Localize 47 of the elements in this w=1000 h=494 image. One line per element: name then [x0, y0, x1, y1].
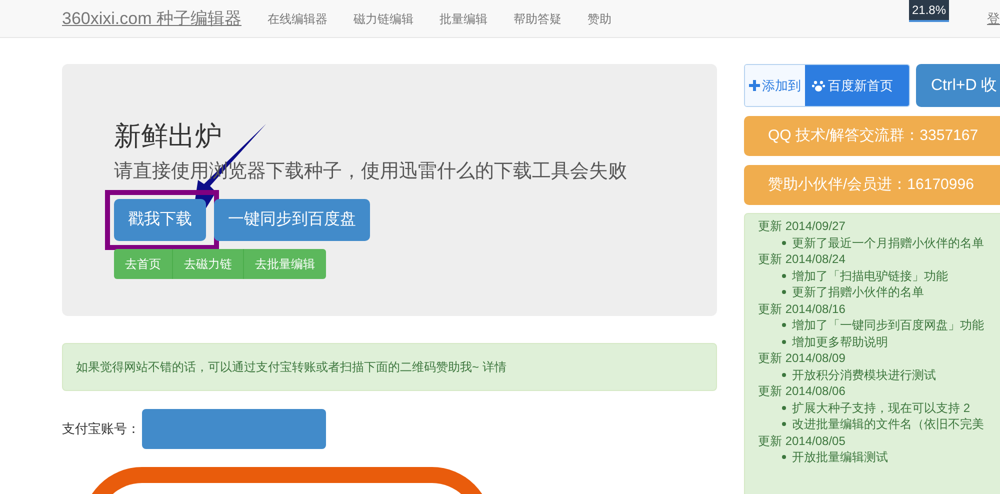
update-title: 更新 2014/08/16 [758, 300, 846, 317]
bullet-icon [782, 372, 786, 377]
nav-link[interactable]: 磁力链编辑 [353, 10, 414, 28]
nav-link[interactable]: 帮助答疑 [513, 10, 562, 28]
update-title: 更新 2014/08/05 [758, 432, 846, 449]
action-button[interactable]: 戳我下载 [114, 198, 206, 241]
bullet-icon [782, 406, 786, 410]
update-item: 更新了最近一个月捐赠小伙伴的名单 [792, 234, 984, 251]
bullet-icon [782, 340, 786, 344]
notice-text: 如果觉得网站不错的话，可以通过支付宝转账或者扫描下面的二维码赞助我~ [76, 360, 480, 374]
nav-link[interactable]: 赞助 [587, 10, 612, 28]
update-title: 更新 2014/08/24 [758, 251, 846, 268]
update-item: 增加了「扫描电驴链接」功能 [792, 268, 948, 284]
add-to-baidu-widget[interactable]: 添加到 百度新首页 [744, 64, 910, 107]
update-item: 更新了捐赠小伙伴的名单 [792, 284, 924, 300]
update-item: 开放批量编辑测试 [792, 449, 888, 466]
bullet-icon [782, 455, 786, 460]
plus-icon [749, 80, 760, 91]
details-link[interactable]: 详情 [482, 360, 506, 374]
update-item: 增加了「一键同步到百度网盘」功能 [792, 317, 984, 334]
paw-icon [812, 80, 825, 92]
update-item: 扩展大种子支持，现在可以支持 2 [792, 400, 970, 416]
bullet-icon [782, 274, 786, 278]
site-brand[interactable]: 360xixi.com 种子编辑器 [62, 6, 242, 32]
bullet-icon [782, 422, 786, 426]
nav-button[interactable]: 去批量编辑 [244, 248, 326, 279]
bullet-icon [782, 323, 786, 328]
nav-link[interactable]: 批量编辑 [439, 10, 488, 28]
update-item: 增加更多帮助说明 [792, 334, 888, 350]
bullet-icon [782, 290, 786, 294]
add-to-label: 添加到 [762, 76, 801, 95]
bullet-icon [782, 240, 786, 245]
update-item: 改进批量编辑的文件名（依旧不完美 [792, 416, 984, 432]
action-button[interactable]: 一键同步到百度盘 [214, 198, 370, 241]
hero-title: 新鲜出炉 [114, 120, 223, 152]
update-title: 更新 2014/08/09 [758, 350, 846, 366]
nav-button[interactable]: 去首页 [114, 248, 173, 279]
bookmark-button[interactable]: Ctrl+D 收 [916, 64, 1000, 107]
alipay-label: 支付宝账号： [62, 420, 140, 438]
nav-button[interactable]: 去磁力链 [173, 248, 244, 279]
login-link[interactable]: 登 [987, 8, 1000, 28]
update-title: 更新 2014/08/06 [758, 383, 846, 400]
baidu-label: 百度新首页 [828, 76, 893, 95]
percentage-badge: 21.8% [908, 0, 949, 22]
update-item: 开放积分消费模块进行测试 [792, 366, 936, 383]
nav-link[interactable]: 在线编辑器 [267, 10, 328, 28]
update-title: 更新 2014/09/27 [758, 218, 846, 234]
